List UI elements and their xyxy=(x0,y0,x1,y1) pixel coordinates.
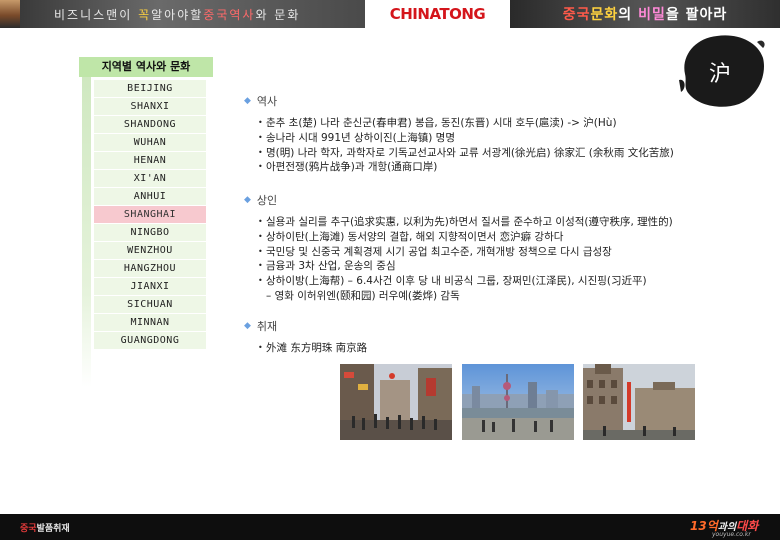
section-heading-label: 상인 xyxy=(256,194,278,207)
header-bar: 비즈니스맨이 꼭알아야할중국역사와 문화 CHINATONG 중국문화의 비밀을… xyxy=(0,0,780,28)
header-left-title-part: 비즈니스맨이 xyxy=(54,7,139,22)
header-left-title-part: 알아야할 xyxy=(151,7,204,22)
bullet-icon: • xyxy=(258,246,263,256)
header-left-title-part: 와 문화 xyxy=(255,7,301,22)
header-left-title-part: 꼭 xyxy=(138,7,152,22)
section-heading: ◆ 상인 xyxy=(244,193,673,208)
sidebar-city-list: BEIJING SHANXI SHANDONG WUHAN HENAN XI'AN ANHU… xyxy=(94,80,206,350)
sidebar-title: 지역별 역사와 문화 xyxy=(79,57,213,77)
header-left-title: 비즈니스맨이 꼭알아야할중국역사와 문화 xyxy=(54,6,300,23)
bullet-icon: • xyxy=(258,162,263,172)
sidebar-item-minnan[interactable]: MINNAN xyxy=(94,314,206,331)
sidebar-item-shandong[interactable]: SHANDONG xyxy=(94,116,206,133)
sidebar-item-wuhan[interactable]: WUHAN xyxy=(94,134,206,151)
bullet-icon: • xyxy=(258,261,263,271)
list-item-text: 금융과 3차 산업, 운송의 중심 xyxy=(266,260,396,273)
sidebar-item-wenzhou[interactable]: WENZHOU xyxy=(94,242,206,259)
section-interview: ◆ 취재 • 外滩 东方明珠 南京路 xyxy=(244,319,367,356)
sidebar-item-shanxi[interactable]: SHANXI xyxy=(94,98,206,115)
list-item: • 실용과 실리를 추구(追求实惠, 以利为先)하면서 질서를 준수하고 이성적(… xyxy=(258,215,673,230)
badge-character: 沪 xyxy=(708,62,731,87)
list-item: • 상하이방(上海帮) – 6.4사건 이후 당 내 비공식 그룹, 장쩌민(江泽… xyxy=(258,274,673,289)
bullet-icon: • xyxy=(258,231,263,241)
sidebar-item-xian[interactable]: XI'AN xyxy=(94,170,206,187)
section-heading: ◆ 역사 xyxy=(244,94,674,109)
footer-left-part: 발품취재 xyxy=(36,524,70,534)
list-item-text: 外滩 东方明珠 南京路 xyxy=(266,342,368,354)
nanjing-road-photo xyxy=(340,364,452,440)
list-item-text: 국민당 및 신중국 계획경제 시기 공업 최고수준, 개혁개방 정책으로 다시 … xyxy=(266,245,612,258)
list-item: • 명(明) 나라 학자, 과학자로 기독교선교사와 교류 서광계(徐光启) 徐家… xyxy=(258,146,674,161)
bullet-icon: • xyxy=(258,132,263,142)
header-left-banner: 비즈니스맨이 꼭알아야할중국역사와 문화 xyxy=(20,0,365,28)
bund-buildings-photo xyxy=(583,364,695,440)
list-item-text: 명(明) 나라 학자, 과학자로 기독교선교사와 교류 서광계(徐光启) 徐家汇… xyxy=(266,146,674,159)
sidebar-item-guangdong[interactable]: GUANGDONG xyxy=(94,332,206,349)
header-right-banner: 중국문화의 비밀을 팔아라 xyxy=(510,0,780,28)
sidebar-item-hangzhou[interactable]: HANGZHOU xyxy=(94,260,206,277)
logo-text: CHINATONG xyxy=(389,5,486,23)
list-item-text: 상하이탄(上海滩) 동서양의 결합, 해외 지향적이면서 恋沪癖 강하다 xyxy=(266,230,564,243)
sidebar-item-anhui[interactable]: ANHUI xyxy=(94,188,206,205)
sidebar-item-sichuan[interactable]: SICHUAN xyxy=(94,296,206,313)
footer-left-part: 중국 xyxy=(20,524,37,534)
header-right-title-part: 비밀 xyxy=(638,7,666,23)
footer-left-label: 중국발품취재 xyxy=(20,521,70,534)
header-left-title-part: 중국역사 xyxy=(203,7,256,22)
list-item-text: 송나라 시대 991년 상하이진(上海镇) 명명 xyxy=(266,131,456,144)
header-right-title-part: 중국 xyxy=(562,7,591,23)
bullet-icon: • xyxy=(258,343,263,352)
header-right-title-part: 문화 xyxy=(590,7,619,23)
header-right-title: 중국문화의 비밀을 팔아라 xyxy=(563,4,727,24)
header-right-title-part: 의 xyxy=(618,7,639,23)
history-list: • 춘추 초(楚) 나라 춘신군(春申君) 봉읍, 동진(东晋) 시대 호두(扈渎… xyxy=(244,116,674,175)
list-item-text: 춘추 초(楚) 나라 춘신군(春申君) 봉읍, 동진(东晋) 시대 호두(扈渎)… xyxy=(266,117,617,129)
pudong-skyline-photo xyxy=(462,364,574,440)
sidebar-item-jianxi[interactable]: JIANXI xyxy=(94,278,206,295)
interview-list: • 外滩 东方明珠 南京路 xyxy=(244,341,367,356)
diamond-bullet-icon: ◆ xyxy=(244,195,251,205)
section-history: ◆ 역사 • 춘추 초(楚) 나라 춘신군(春申君) 봉읍, 동진(东晋) 시대 … xyxy=(244,94,674,175)
list-item: • 국민당 및 신중국 계획경제 시기 공업 최고수준, 개혁개방 정책으로 다시… xyxy=(258,245,673,260)
diamond-bullet-icon: ◆ xyxy=(244,96,251,106)
list-item-text: 실용과 실리를 추구(追求实惠, 以利为先)하면서 질서를 준수하고 이성적(遵… xyxy=(266,216,673,228)
list-item-text: 아편전쟁(鸦片战争)과 개항(通商口岸) xyxy=(266,161,438,174)
footer-url: youyue.co.kr xyxy=(712,531,751,538)
list-item: • 아편전쟁(鸦片战争)과 개항(通商口岸) xyxy=(258,160,674,175)
section-heading-label: 취재 xyxy=(256,320,278,333)
sidebar-item-shanghai[interactable]: SHANGHAI xyxy=(94,206,206,223)
bullet-icon: • xyxy=(258,217,263,226)
section-heading: ◆ 취재 xyxy=(244,319,367,334)
sidebar-item-henan[interactable]: HENAN xyxy=(94,152,206,169)
list-item: • 금융과 3차 산업, 운송의 중심 xyxy=(258,259,673,274)
bullet-icon: • xyxy=(258,118,263,127)
sidebar-item-ningbo[interactable]: NINGBO xyxy=(94,224,206,241)
diamond-bullet-icon: ◆ xyxy=(244,321,251,331)
list-item: • 송나라 시대 991년 상하이진(上海镇) 명명 xyxy=(258,131,674,146)
bullet-icon: • xyxy=(258,276,263,286)
bullet-icon: • xyxy=(258,147,263,157)
section-heading-label: 역사 xyxy=(256,95,278,108)
section-merchants: ◆ 상인 • 실용과 실리를 추구(追求实惠, 以利为先)하면서 질서를 준수하고… xyxy=(244,193,673,304)
footer-bar: 중국발품취재 13억과의대화 youyue.co.kr xyxy=(0,514,780,540)
list-item: • 상하이탄(上海滩) 동서양의 결합, 해외 지향적이면서 恋沪癖 강하다 xyxy=(258,230,673,245)
list-subitem: – 영화 이허위엔(颐和园) 러우예(娄烨) 감독 xyxy=(266,289,460,302)
sidebar-item-beijing[interactable]: BEIJING xyxy=(94,80,206,97)
chinatong-logo[interactable]: CHINATONG xyxy=(365,0,510,28)
avatar xyxy=(0,0,20,28)
sidebar-stripe xyxy=(82,77,91,387)
merchants-list: • 실용과 실리를 추구(追求实惠, 以利为先)하면서 질서를 준수하고 이성적(… xyxy=(244,215,673,304)
list-item-text: 상하이방(上海帮) – 6.4사건 이후 당 내 비공식 그룹, 장쩌민(江泽民… xyxy=(266,275,647,288)
list-item: • 外滩 东方明珠 南京路 xyxy=(258,341,367,356)
header-right-title-part: 을 팔아라 xyxy=(665,7,728,23)
list-item: • 춘추 초(楚) 나라 춘신군(春申君) 봉읍, 동진(东晋) 시대 호두(扈渎… xyxy=(258,116,674,131)
